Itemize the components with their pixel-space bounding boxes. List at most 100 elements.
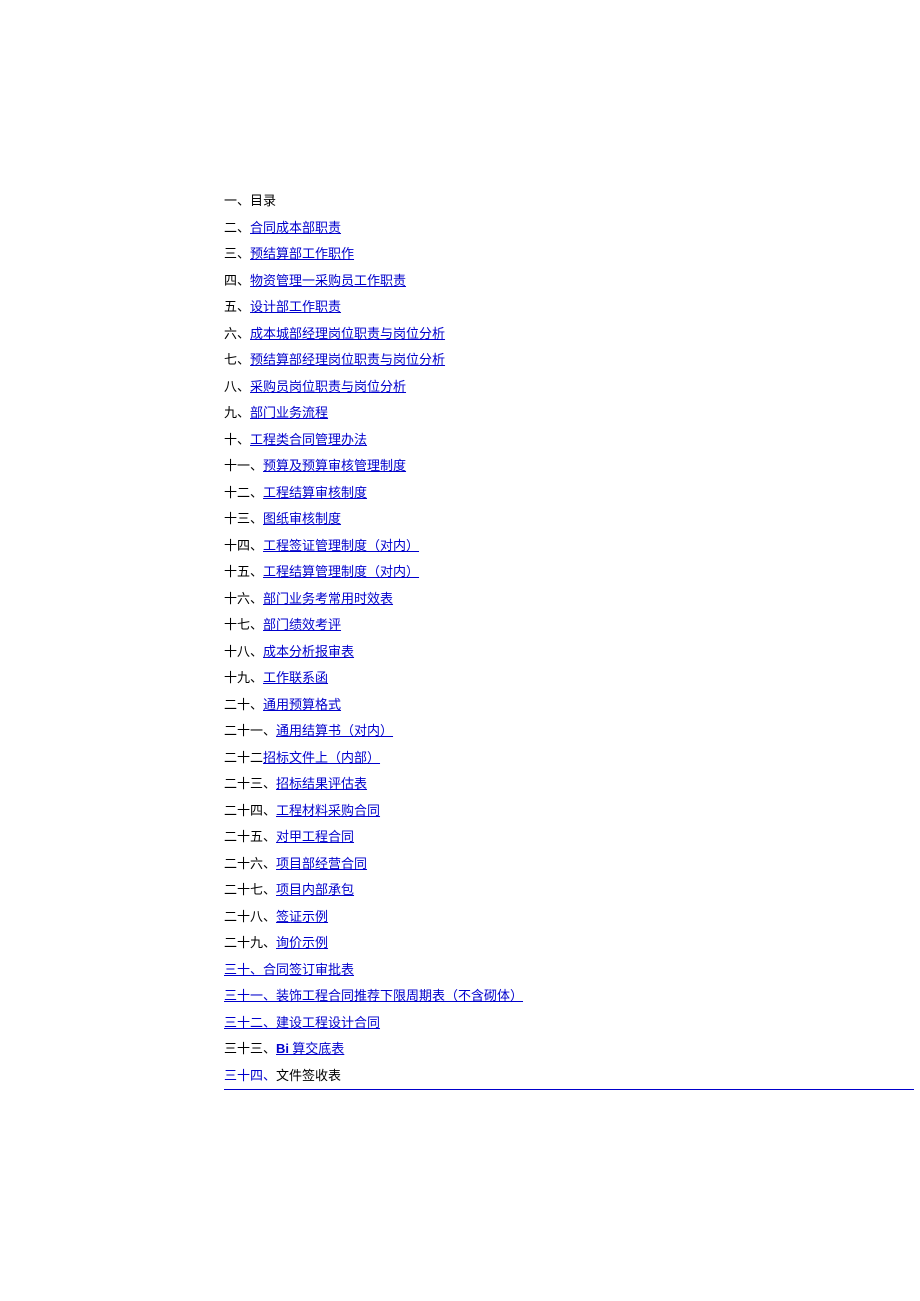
- toc-prefix: 十三、: [224, 511, 263, 526]
- toc-link[interactable]: 项目内部承包: [276, 882, 354, 897]
- toc-link[interactable]: 预结算部工作职作: [250, 246, 354, 261]
- toc-item: 九、部门业务流程: [224, 400, 696, 427]
- toc-link[interactable]: 三十、合同签订审批表: [224, 962, 354, 977]
- toc-prefix: 十四、: [224, 538, 263, 553]
- toc-link[interactable]: 招标文件上（内部）: [263, 750, 380, 765]
- toc-prefix: 二、: [224, 220, 250, 235]
- toc-item: 七、预结算部经理岗位职责与岗位分析: [224, 347, 696, 374]
- toc-label: 文件签收表: [276, 1068, 341, 1083]
- toc-prefix: 二十五、: [224, 829, 276, 844]
- toc-link[interactable]: 工程材料采购合同: [276, 803, 380, 818]
- toc-prefix: 八、: [224, 379, 250, 394]
- toc-prefix: 十九、: [224, 670, 263, 685]
- toc-link[interactable]: 工作联系函: [263, 670, 328, 685]
- toc-link[interactable]: 物资管理一采购员工作职责: [250, 273, 406, 288]
- toc-link[interactable]: 通用结算书（对内）: [276, 723, 393, 738]
- toc-item: 十二、工程结算审核制度: [224, 480, 696, 507]
- toc-item: 三十三、Bi 算交底表: [224, 1036, 696, 1063]
- toc-link[interactable]: 项目部经营合同: [276, 856, 367, 871]
- toc-item: 二十七、项目内部承包: [224, 877, 696, 904]
- toc-item: 六、成本城部经理岗位职责与岗位分析: [224, 321, 696, 348]
- toc-prefix: 二十三、: [224, 776, 276, 791]
- toc-item: 三十、合同签订审批表: [224, 957, 696, 984]
- toc-item: 二十六、项目部经营合同: [224, 851, 696, 878]
- toc-link[interactable]: 三十二、建设工程设计合同: [224, 1015, 380, 1030]
- toc-item: 十五、工程结算管理制度（对内）: [224, 559, 696, 586]
- toc-page: 一、目录二、合同成本部职责三、预结算部工作职作四、物资管理一采购员工作职责五、设…: [0, 0, 696, 1090]
- toc-label: 目录: [250, 193, 276, 208]
- toc-prefix: 十八、: [224, 644, 263, 659]
- toc-link[interactable]: 部门业务考常用时效表: [263, 591, 393, 606]
- toc-item: 十、工程类合同管理办法: [224, 427, 696, 454]
- toc-item: 十九、工作联系函: [224, 665, 696, 692]
- toc-item: 十一、预算及预算审核管理制度: [224, 453, 696, 480]
- toc-item: 二十八、签证示例: [224, 904, 696, 931]
- toc-link[interactable]: 图纸审核制度: [263, 511, 341, 526]
- toc-link[interactable]: 成本分析报审表: [263, 644, 354, 659]
- toc-prefix: 二十九、: [224, 935, 276, 950]
- toc-item: 二十一、通用结算书（对内）: [224, 718, 696, 745]
- toc-prefix: 五、: [224, 299, 250, 314]
- toc-link[interactable]: 招标结果评估表: [276, 776, 367, 791]
- toc-link[interactable]: 成本城部经理岗位职责与岗位分析: [250, 326, 445, 341]
- toc-link[interactable]: 签证示例: [276, 909, 328, 924]
- toc-prefix: 九、: [224, 405, 250, 420]
- toc-item: 十三、图纸审核制度: [224, 506, 696, 533]
- toc-prefix: 二十八、: [224, 909, 276, 924]
- toc-item: 三、预结算部工作职作: [224, 241, 696, 268]
- toc-prefix: 二十二: [224, 750, 263, 765]
- toc-item: 二十、通用预算格式: [224, 692, 696, 719]
- toc-item: 八、采购员岗位职责与岗位分析: [224, 374, 696, 401]
- toc-prefix: 七、: [224, 352, 250, 367]
- toc-prefix: 十一、: [224, 458, 263, 473]
- toc-prefix: 三、: [224, 246, 250, 261]
- toc-prefix: 十二、: [224, 485, 263, 500]
- toc-prefix: 三十四、: [224, 1068, 276, 1083]
- toc-last-line[interactable]: 三十四、文件签收表: [224, 1063, 914, 1091]
- toc-link[interactable]: 合同成本部职责: [250, 220, 341, 235]
- toc-prefix: 六、: [224, 326, 250, 341]
- toc-item: 三十四、文件签收表: [224, 1063, 696, 1091]
- toc-link[interactable]: 部门业务流程: [250, 405, 328, 420]
- toc-link[interactable]: 工程类合同管理办法: [250, 432, 367, 447]
- toc-link[interactable]: 工程结算管理制度（对内）: [263, 564, 419, 579]
- toc-item: 十四、工程签证管理制度（对内）: [224, 533, 696, 560]
- toc-list: 一、目录二、合同成本部职责三、预结算部工作职作四、物资管理一采购员工作职责五、设…: [224, 188, 696, 1036]
- toc-link[interactable]: 预结算部经理岗位职责与岗位分析: [250, 352, 445, 367]
- toc-prefix: 一、: [224, 193, 250, 208]
- toc-item: 二十三、招标结果评估表: [224, 771, 696, 798]
- bi-text: Bi: [276, 1041, 289, 1056]
- toc-link[interactable]: 对甲工程合同: [276, 829, 354, 844]
- toc-item: 四、物资管理一采购员工作职责: [224, 268, 696, 295]
- toc-link[interactable]: 设计部工作职责: [250, 299, 341, 314]
- toc-prefix: 十、: [224, 432, 250, 447]
- toc-item: 十七、部门绩效考评: [224, 612, 696, 639]
- toc-link[interactable]: 采购员岗位职责与岗位分析: [250, 379, 406, 394]
- toc-prefix: 二十四、: [224, 803, 276, 818]
- toc-item: 十六、部门业务考常用时效表: [224, 586, 696, 613]
- toc-item: 二十四、工程材料采购合同: [224, 798, 696, 825]
- toc-item: 二十九、询价示例: [224, 930, 696, 957]
- toc-prefix: 十五、: [224, 564, 263, 579]
- toc-label-rest: 算交底表: [289, 1041, 344, 1056]
- toc-prefix: 二十、: [224, 697, 263, 712]
- toc-link[interactable]: 三十一、装饰工程合同推荐下限周期表（不含砌体）: [224, 988, 523, 1003]
- toc-prefix: 四、: [224, 273, 250, 288]
- toc-link[interactable]: 工程签证管理制度（对内）: [263, 538, 419, 553]
- toc-link[interactable]: 询价示例: [276, 935, 328, 950]
- toc-prefix: 二十七、: [224, 882, 276, 897]
- toc-prefix: 三十三、: [224, 1041, 276, 1056]
- toc-link[interactable]: 预算及预算审核管理制度: [263, 458, 406, 473]
- toc-item: 二十二招标文件上（内部）: [224, 745, 696, 772]
- toc-item: 一、目录: [224, 188, 696, 215]
- toc-link[interactable]: 工程结算审核制度: [263, 485, 367, 500]
- toc-prefix: 十七、: [224, 617, 263, 632]
- toc-prefix: 二十六、: [224, 856, 276, 871]
- toc-item: 十八、成本分析报审表: [224, 639, 696, 666]
- toc-link[interactable]: 部门绩效考评: [263, 617, 341, 632]
- toc-link[interactable]: 通用预算格式: [263, 697, 341, 712]
- toc-link[interactable]: Bi 算交底表: [276, 1041, 344, 1056]
- toc-prefix: 十六、: [224, 591, 263, 606]
- toc-item: 三十二、建设工程设计合同: [224, 1010, 696, 1037]
- toc-item: 二、合同成本部职责: [224, 215, 696, 242]
